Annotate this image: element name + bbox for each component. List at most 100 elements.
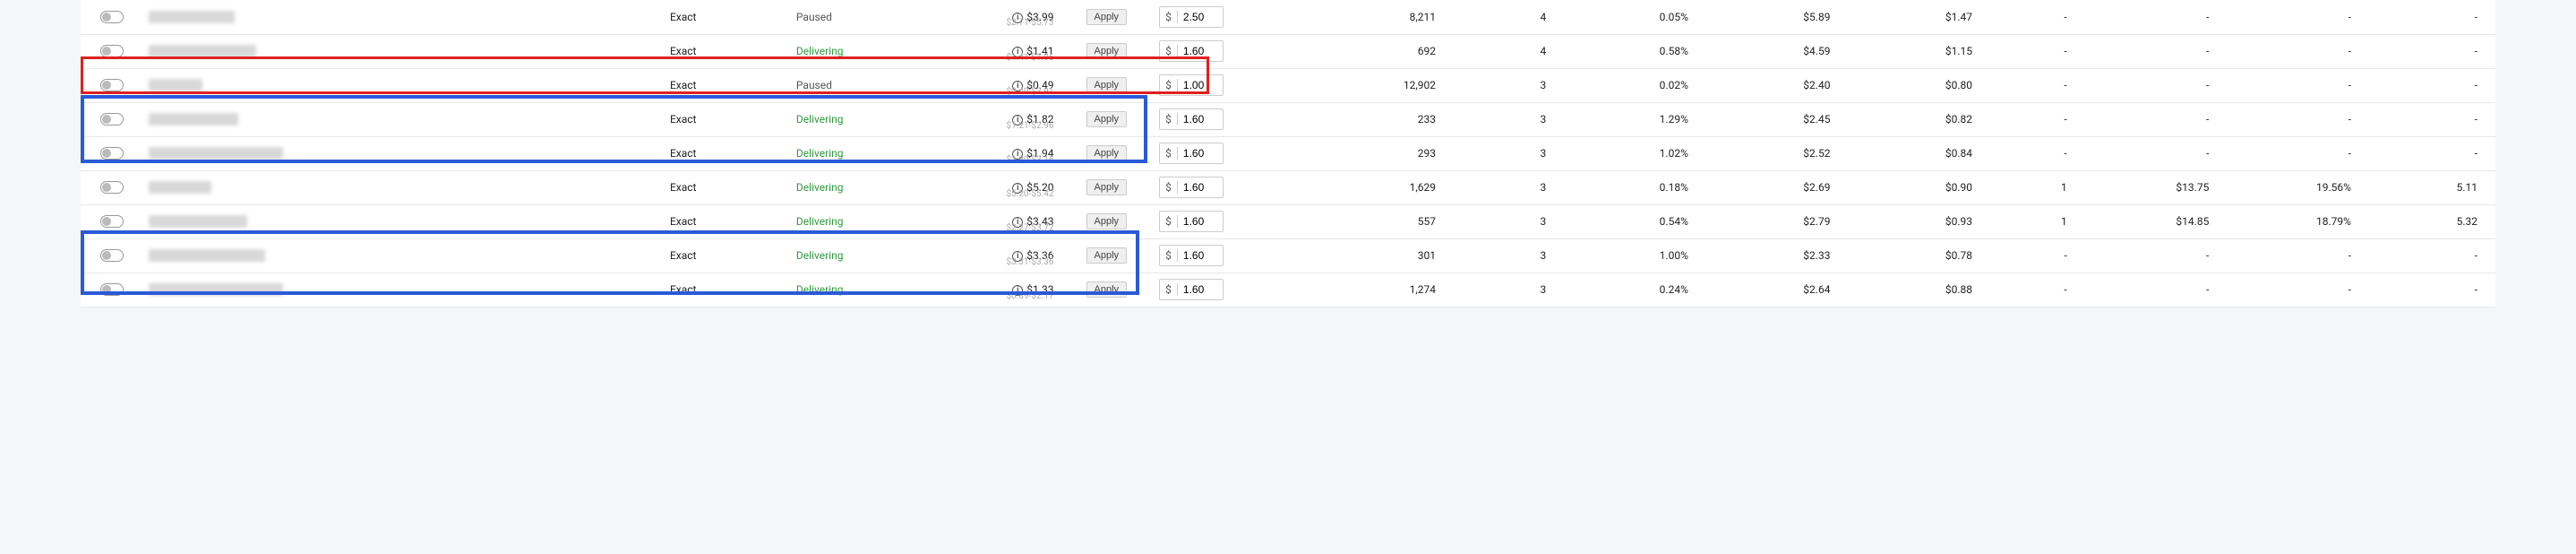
apply-button[interactable]: Apply [1086, 247, 1128, 264]
table-row: ExactDeliveringi$1.33$0.89-$2.17Apply$1,… [81, 273, 2495, 307]
impressions: 233 [1311, 102, 1454, 136]
keyword-name[interactable] [149, 45, 256, 57]
match-type: Exact [665, 34, 791, 68]
bid-input[interactable] [1178, 79, 1223, 91]
ctr: 0.05% [1564, 0, 1706, 34]
bid-input[interactable] [1178, 215, 1223, 228]
clicks: 3 [1454, 273, 1564, 307]
bid-input[interactable] [1178, 45, 1223, 57]
bid-range: $3.31-$3.36 [1006, 257, 1053, 267]
bid-input[interactable] [1178, 147, 1223, 160]
row-toggle[interactable] [100, 79, 124, 91]
roas: - [2369, 0, 2495, 34]
roas: - [2369, 68, 2495, 102]
keyword-name[interactable] [149, 79, 202, 91]
keyword-name[interactable] [149, 181, 211, 194]
orders: - [1990, 34, 2085, 68]
cpm: $1.47 [1848, 0, 1990, 34]
status: Delivering [791, 102, 933, 136]
acos: - [2227, 68, 2369, 102]
row-toggle[interactable] [100, 11, 124, 23]
bid-range: $2.27-$3.72 [1006, 223, 1053, 233]
status: Delivering [791, 273, 933, 307]
keyword-name[interactable] [149, 249, 265, 262]
keyword-name[interactable] [149, 215, 247, 228]
apply-button[interactable]: Apply [1086, 43, 1128, 59]
cpm: $0.93 [1848, 204, 1990, 238]
ctr: 1.02% [1564, 136, 1706, 170]
currency-prefix: $ [1160, 11, 1178, 23]
row-toggle[interactable] [100, 45, 124, 57]
cpm: $0.88 [1848, 273, 1990, 307]
keyword-name[interactable] [149, 11, 235, 23]
status: Delivering [791, 136, 933, 170]
apply-button[interactable]: Apply [1086, 179, 1128, 195]
apply-button[interactable]: Apply [1086, 111, 1128, 127]
ctr: 1.00% [1564, 238, 1706, 273]
sales: - [2085, 136, 2228, 170]
cpc: $2.45 [1706, 102, 1849, 136]
cpc: $2.69 [1706, 170, 1849, 204]
apply-button[interactable]: Apply [1086, 77, 1128, 93]
roas: 5.32 [2369, 204, 2495, 238]
bid-input[interactable] [1178, 181, 1223, 194]
sales: - [2085, 273, 2228, 307]
row-toggle[interactable] [100, 113, 124, 126]
apply-button[interactable]: Apply [1086, 281, 1128, 298]
bid-range: $0.89-$2.17 [1006, 291, 1053, 301]
row-toggle[interactable] [100, 249, 124, 262]
currency-prefix: $ [1160, 283, 1178, 296]
acos: - [2227, 136, 2369, 170]
orders: - [1990, 238, 2085, 273]
apply-button[interactable]: Apply [1086, 213, 1128, 229]
currency-prefix: $ [1160, 113, 1178, 126]
cpm: $0.80 [1848, 68, 1990, 102]
table-row: ExactPausedi$0.49$0.49-$3.91Apply$12,902… [81, 68, 2495, 102]
status: Paused [791, 68, 933, 102]
apply-button[interactable]: Apply [1086, 9, 1128, 25]
roas: - [2369, 238, 2495, 273]
keywords-table: ExactPausedi$3.99$2.71-$5.73Apply$8,2114… [81, 0, 2495, 307]
impressions: 12,902 [1311, 68, 1454, 102]
bid-range: $0.49-$3.91 [1006, 87, 1053, 97]
bid-input[interactable] [1178, 11, 1223, 23]
clicks: 4 [1454, 34, 1564, 68]
bid-input[interactable] [1178, 249, 1223, 262]
keyword-name[interactable] [149, 113, 238, 126]
ctr: 0.54% [1564, 204, 1706, 238]
roas: - [2369, 273, 2495, 307]
table-row: ExactDeliveringi$5.20$5.20-$5.42Apply$1,… [81, 170, 2495, 204]
keyword-name[interactable] [149, 147, 283, 160]
status: Delivering [791, 238, 933, 273]
apply-button[interactable]: Apply [1086, 145, 1128, 161]
orders: 1 [1990, 204, 2085, 238]
sales: $13.75 [2085, 170, 2228, 204]
bid-range: $1.21-$2.96 [1006, 121, 1053, 131]
row-toggle[interactable] [100, 283, 124, 296]
status: Paused [791, 0, 933, 34]
acos: 18.79% [2227, 204, 2369, 238]
orders: - [1990, 273, 2085, 307]
table-row: ExactDeliveringi$1.41$1.41-$1.96Apply$69… [81, 34, 2495, 68]
acos: - [2227, 273, 2369, 307]
orders: - [1990, 68, 2085, 102]
row-toggle[interactable] [100, 215, 124, 228]
row-toggle[interactable] [100, 181, 124, 194]
bid-input[interactable] [1178, 113, 1223, 126]
orders: - [1990, 102, 2085, 136]
impressions: 293 [1311, 136, 1454, 170]
clicks: 3 [1454, 204, 1564, 238]
bid-input[interactable] [1178, 283, 1223, 296]
clicks: 3 [1454, 136, 1564, 170]
cpc: $4.59 [1706, 34, 1849, 68]
sales: - [2085, 34, 2228, 68]
match-type: Exact [665, 273, 791, 307]
status: Delivering [791, 34, 933, 68]
row-toggle[interactable] [100, 147, 124, 160]
status: Delivering [791, 204, 933, 238]
currency-prefix: $ [1160, 147, 1178, 160]
keyword-name[interactable] [149, 283, 283, 296]
ctr: 1.29% [1564, 102, 1706, 136]
match-type: Exact [665, 204, 791, 238]
table-row: ExactDeliveringi$1.94$1.30-$3.16Apply$29… [81, 136, 2495, 170]
